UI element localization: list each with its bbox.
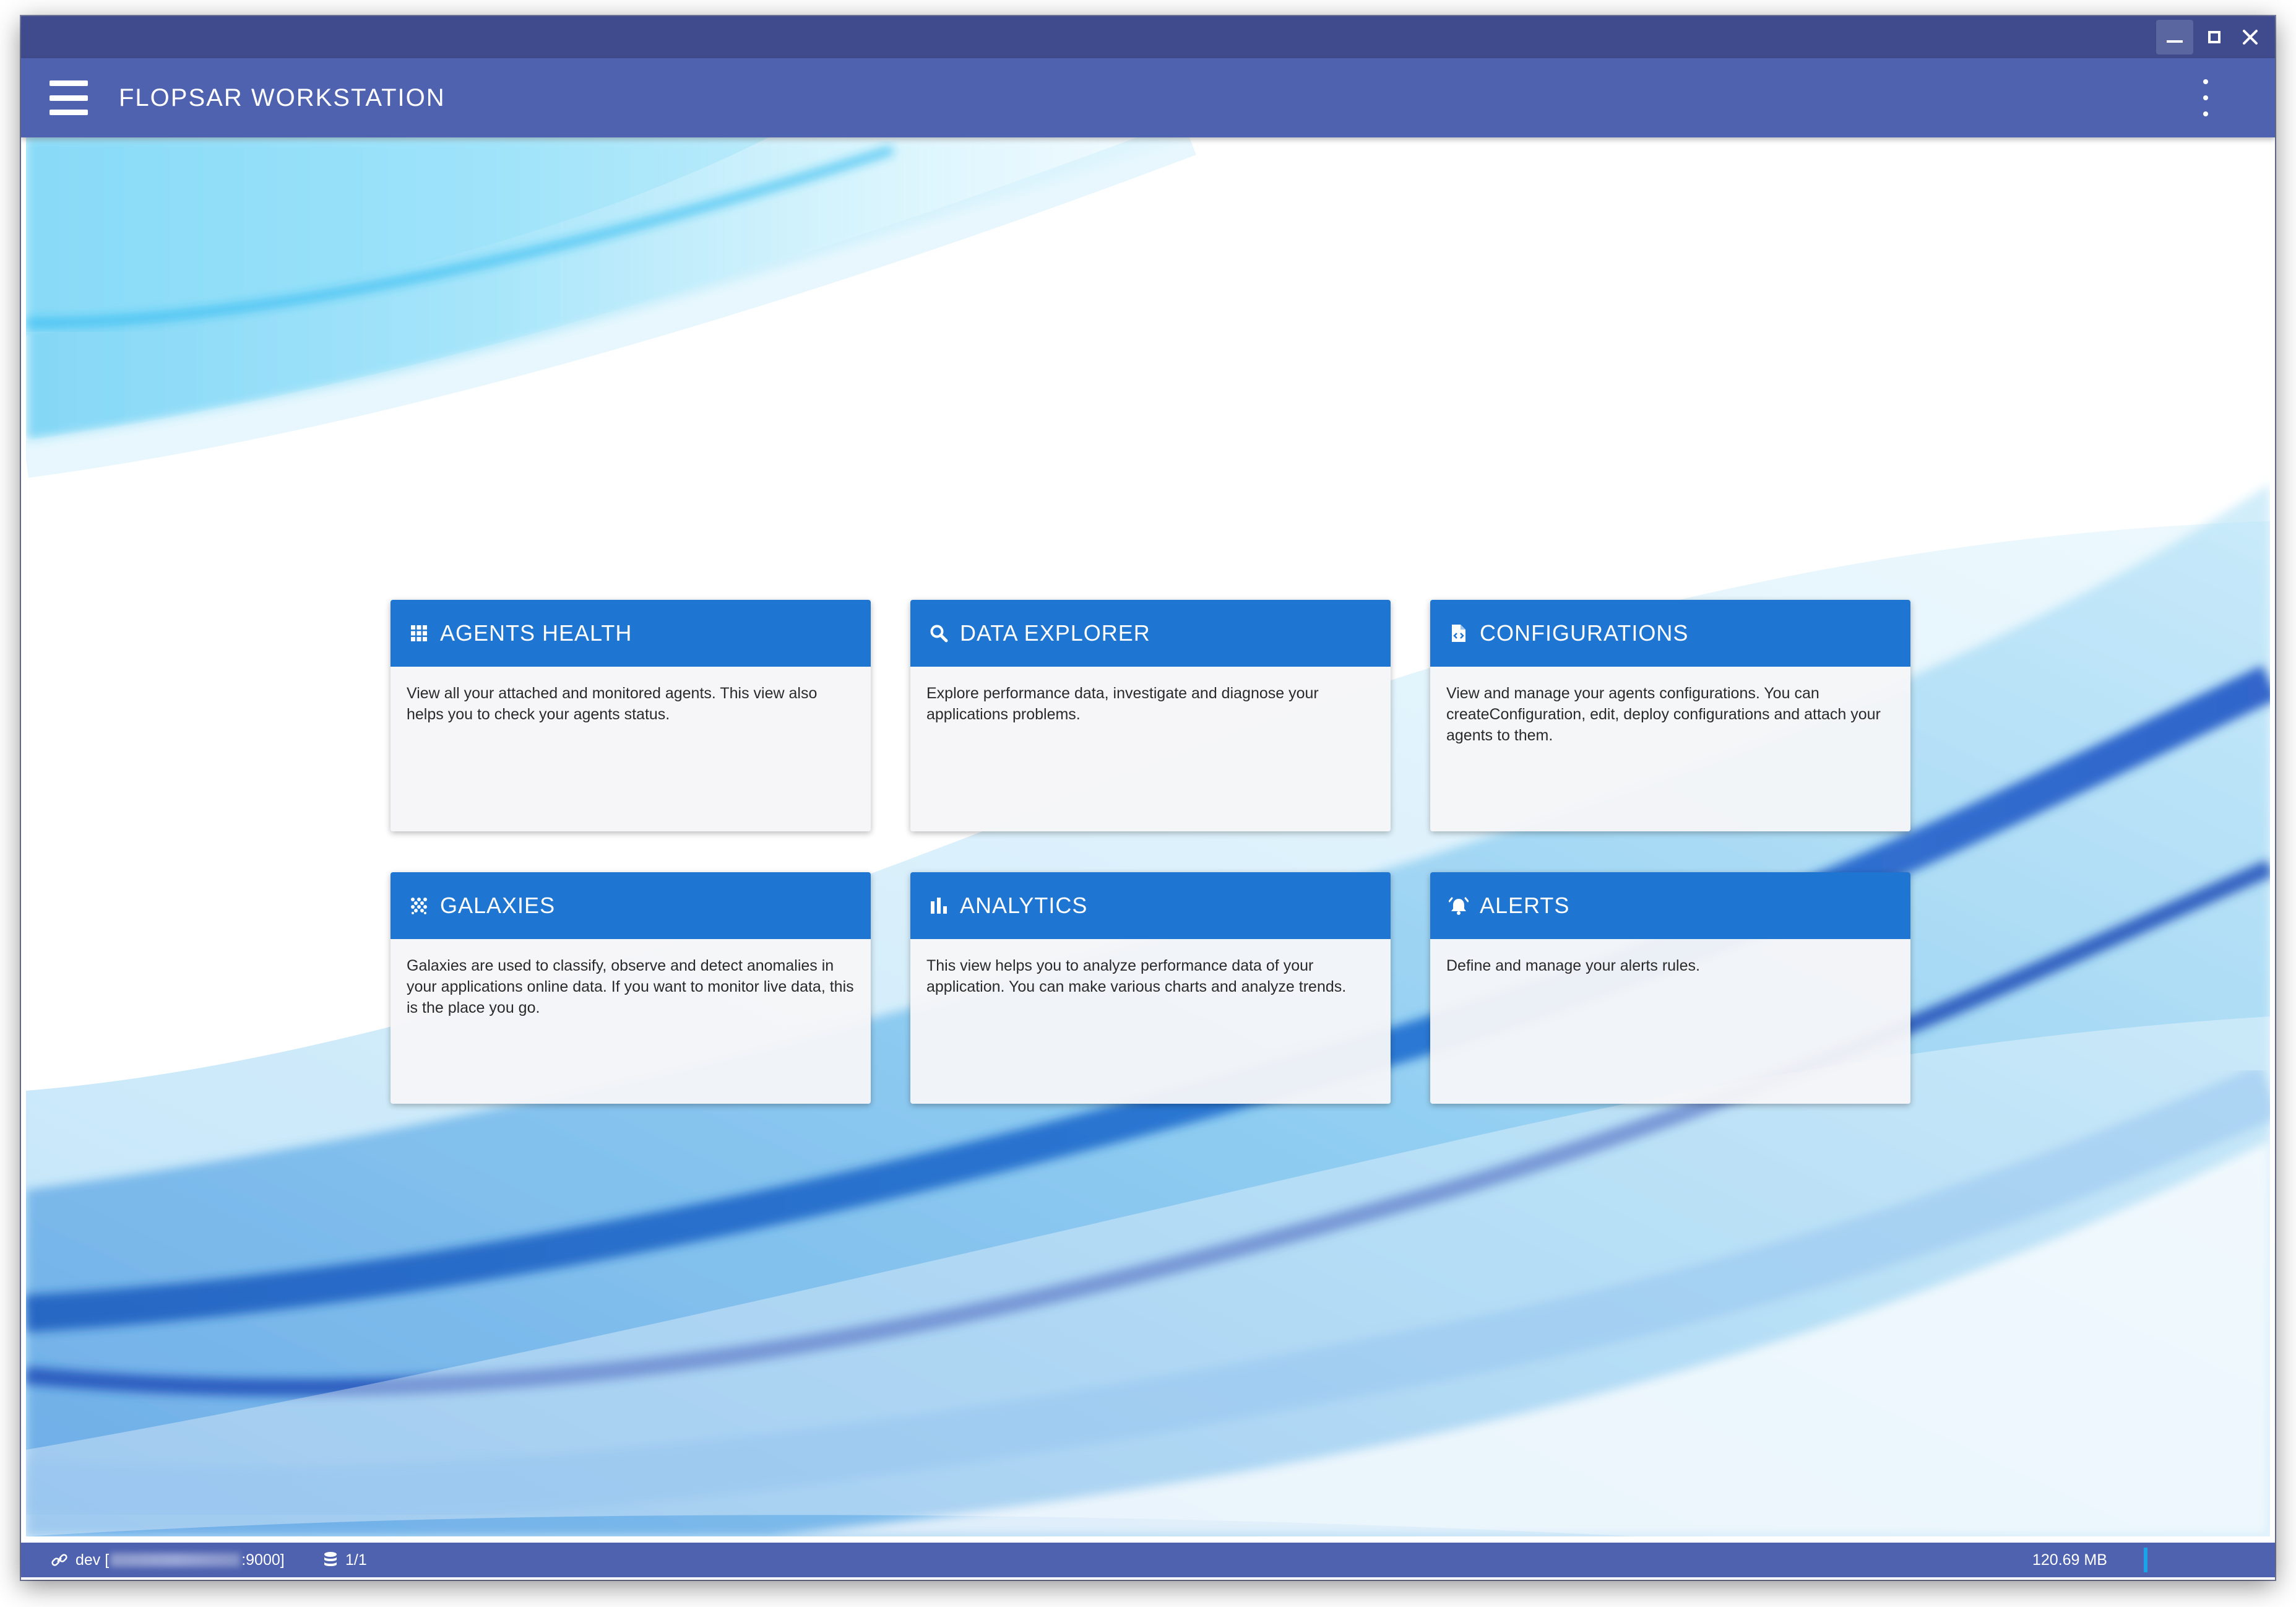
home-dashboard: AGENTS HEALTH View all your attached and…	[26, 137, 2270, 1536]
card-title: CONFIGURATIONS	[1480, 620, 1689, 646]
card-title: AGENTS HEALTH	[440, 620, 632, 646]
connection-prefix: dev [	[76, 1551, 110, 1569]
memory-usage: 120.69 MB	[2032, 1543, 2107, 1577]
card-configurations[interactable]: CONFIGURATIONS View and manage your agen…	[1430, 600, 1910, 831]
app-bar: FLOPSAR WORKSTATION	[21, 58, 2275, 137]
database-icon	[323, 1551, 338, 1569]
minimize-icon[interactable]	[2156, 20, 2193, 54]
card-header: GALAXIES	[391, 872, 871, 939]
hamburger-menu-icon[interactable]	[50, 80, 88, 115]
close-icon[interactable]	[2232, 20, 2269, 54]
connection-status[interactable]: dev [ :9000]	[51, 1543, 285, 1577]
card-title: ALERTS	[1480, 893, 1570, 918]
card-title: GALAXIES	[440, 893, 556, 918]
card-galaxies[interactable]: GALAXIES Galaxies are used to classify, …	[391, 872, 871, 1104]
connection-port: :9000]	[241, 1551, 285, 1569]
card-data-explorer[interactable]: DATA EXPLORER Explore performance data, …	[910, 600, 1391, 831]
card-analytics[interactable]: ANALYTICS This view helps you to analyze…	[910, 872, 1391, 1104]
window-titlebar	[21, 16, 2275, 58]
card-agents-health[interactable]: AGENTS HEALTH View all your attached and…	[391, 600, 871, 831]
app-window: FLOPSAR WORKSTATION AGENTS HEALTH View a…	[21, 16, 2275, 1580]
card-header: DATA EXPLORER	[910, 600, 1391, 667]
card-header: CONFIGURATIONS	[1430, 600, 1910, 667]
search-icon	[928, 622, 950, 644]
card-description: Galaxies are used to classify, observe a…	[407, 957, 854, 1016]
grid-icon	[408, 622, 430, 644]
more-vert-icon[interactable]	[2198, 79, 2213, 116]
background-waves	[26, 137, 2270, 1536]
memory-value: 120.69 MB	[2032, 1551, 2107, 1569]
redacted-host	[110, 1553, 241, 1567]
card-header: AGENTS HEALTH	[391, 600, 871, 667]
card-description: This view helps you to analyze performan…	[926, 957, 1347, 995]
maximize-icon[interactable]	[2196, 20, 2233, 54]
code-file-icon	[1448, 622, 1470, 644]
app-title: FLOPSAR WORKSTATION	[119, 84, 446, 111]
database-status[interactable]: 1/1	[323, 1543, 367, 1577]
bar-chart-icon	[928, 894, 950, 917]
alarm-bell-icon	[1448, 894, 1470, 917]
link-icon	[51, 1551, 68, 1569]
card-alerts[interactable]: ALERTS Define and manage your alerts rul…	[1430, 872, 1910, 1104]
card-header: ANALYTICS	[910, 872, 1391, 939]
card-title: DATA EXPLORER	[960, 620, 1150, 646]
status-bar: dev [ :9000] 1/1 120.69 MB	[21, 1543, 2275, 1577]
card-description: View and manage your agents configuratio…	[1446, 685, 1881, 744]
card-header: ALERTS	[1430, 872, 1910, 939]
memory-indicator	[2144, 1548, 2147, 1572]
database-count: 1/1	[345, 1551, 367, 1569]
scatter-dots-icon	[408, 894, 430, 917]
card-title: ANALYTICS	[960, 893, 1088, 918]
card-description: Define and manage your alerts rules.	[1446, 957, 1700, 974]
card-description: Explore performance data, investigate an…	[926, 685, 1319, 723]
card-description: View all your attached and monitored age…	[407, 685, 818, 723]
